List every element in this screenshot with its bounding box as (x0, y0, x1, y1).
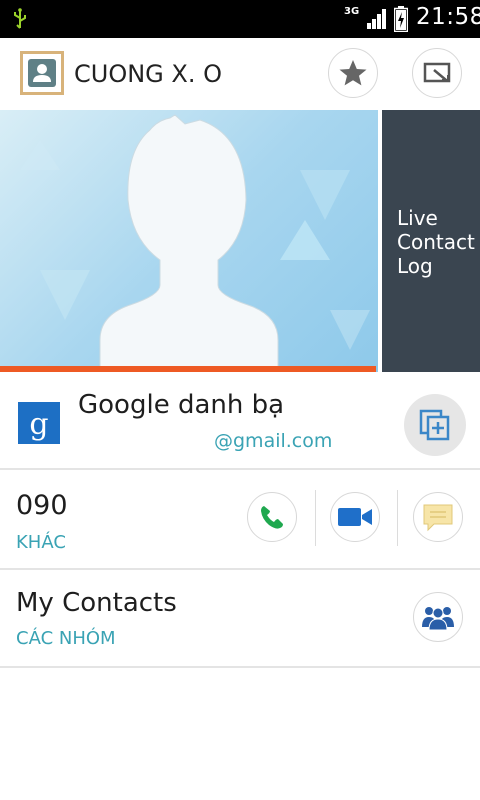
phone-type: KHÁC (16, 532, 66, 553)
live-contact-log-panel[interactable]: Live Contact Log (382, 110, 480, 372)
contact-name: CUONG X. O (74, 60, 222, 88)
contact-avatar-icon[interactable] (20, 51, 64, 95)
star-icon (339, 60, 367, 86)
network-type-label: 3G (344, 6, 360, 17)
phone-icon (261, 506, 283, 529)
contact-photo[interactable] (0, 110, 378, 372)
account-row[interactable]: g Google danh bạ @gmail.com (0, 372, 480, 470)
groups-button[interactable] (413, 592, 463, 642)
edit-contact-icon (423, 62, 451, 83)
live-contact-log-label: Live Contact Log (397, 206, 475, 278)
svg-text:g: g (29, 407, 48, 442)
message-icon (423, 504, 453, 532)
copy-to-account-button[interactable] (404, 394, 466, 456)
divider (315, 490, 316, 546)
copy-to-account-icon (419, 409, 450, 441)
account-title: Google danh bạ (78, 390, 285, 420)
account-email: @gmail.com (214, 430, 333, 452)
video-call-icon (338, 508, 372, 526)
usb-icon (14, 8, 26, 29)
video-call-button[interactable] (330, 492, 380, 542)
phone-number: 090 (16, 490, 68, 521)
call-button[interactable] (247, 492, 297, 542)
divider (397, 490, 398, 546)
groups-icon (422, 607, 454, 631)
contact-photo-gallery[interactable]: Live Contact Log (0, 110, 480, 372)
edit-contact-button[interactable] (412, 48, 462, 98)
groups-row[interactable]: My Contacts CÁC NHÓM (0, 570, 480, 668)
clock: 21:58 (416, 4, 480, 30)
group-title: My Contacts (16, 588, 177, 618)
google-logo: g (18, 402, 60, 444)
status-bar: 3G 21:58 (0, 0, 480, 38)
phone-row[interactable]: 090 KHÁC (0, 470, 480, 570)
group-subtitle: CÁC NHÓM (16, 628, 116, 649)
contact-header: CUONG X. O (0, 38, 480, 111)
message-button[interactable] (413, 492, 463, 542)
battery-charging-icon (394, 6, 408, 32)
signal-icon (367, 9, 386, 29)
favorite-button[interactable] (328, 48, 378, 98)
